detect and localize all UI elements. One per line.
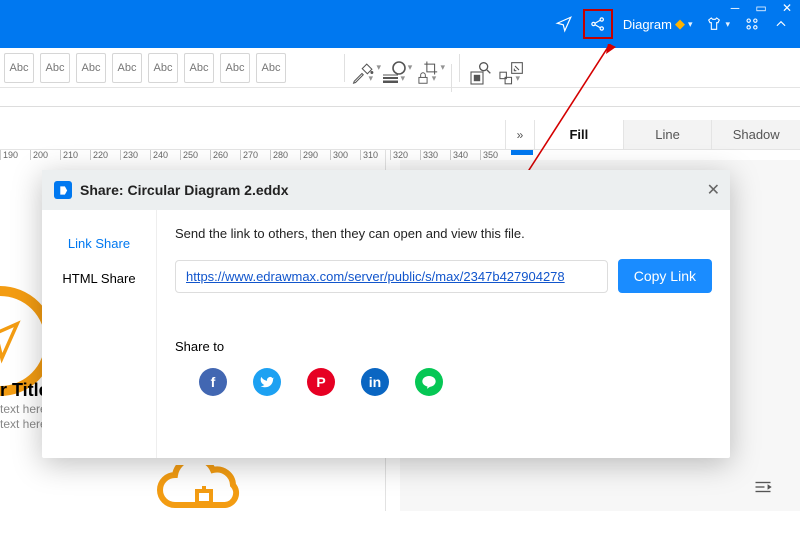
style-abc-8[interactable]: Abc bbox=[256, 53, 286, 83]
tab-shadow[interactable]: Shadow bbox=[712, 120, 800, 149]
select-all-icon[interactable] bbox=[466, 67, 488, 89]
style-abc-3[interactable]: Abc bbox=[76, 53, 106, 83]
share-dialog: Share: Circular Diagram 2.eddx ✕ Link Sh… bbox=[42, 170, 730, 458]
style-abc-4[interactable]: Abc bbox=[112, 53, 142, 83]
share-to-label: Share to bbox=[175, 339, 712, 354]
shape-text-2: text here bbox=[0, 417, 47, 431]
properties-tabs: 1902002102202302402502602702802903003103… bbox=[0, 120, 800, 150]
align-icon[interactable] bbox=[754, 480, 772, 494]
twitter-icon[interactable] bbox=[253, 368, 281, 396]
apps-icon[interactable] bbox=[740, 12, 764, 36]
dialog-sidebar: Link Share HTML Share bbox=[42, 210, 157, 458]
paper-plane-icon bbox=[0, 318, 23, 364]
line-icon[interactable] bbox=[415, 368, 443, 396]
dialog-header: Share: Circular Diagram 2.eddx ✕ bbox=[42, 170, 730, 210]
style-abc-6[interactable]: Abc bbox=[184, 53, 214, 83]
close-dialog-button[interactable]: ✕ bbox=[707, 180, 720, 200]
share-url-link[interactable]: https://www.edrawmax.com/server/public/s… bbox=[186, 269, 565, 284]
maximize-button[interactable]: ▭ bbox=[754, 1, 768, 15]
cloud-shape[interactable] bbox=[155, 465, 255, 515]
premium-icon: ◆ bbox=[675, 16, 685, 32]
shirt-icon[interactable]: ▾ bbox=[702, 12, 734, 36]
chevron-down-icon: ▾ bbox=[688, 19, 693, 30]
share-url-field[interactable]: https://www.edrawmax.com/server/public/s… bbox=[175, 260, 608, 293]
dialog-title: Share: Circular Diagram 2.eddx bbox=[80, 182, 289, 198]
title-bar: ─ ▭ ✕ Diagram ◆ ▾ ▾ bbox=[0, 0, 800, 48]
lock-icon[interactable]: ▾ bbox=[415, 67, 437, 89]
app-logo-icon bbox=[54, 181, 72, 199]
shape-text-1: text here bbox=[0, 402, 47, 416]
send-icon[interactable] bbox=[551, 11, 577, 37]
collapse-ribbon-icon[interactable] bbox=[770, 13, 792, 35]
window-controls: ─ ▭ ✕ bbox=[728, 1, 794, 15]
tab-html-share[interactable]: HTML Share bbox=[42, 261, 156, 296]
diagram-label: Diagram bbox=[623, 17, 672, 32]
linkedin-icon[interactable]: in bbox=[361, 368, 389, 396]
style-abc-7[interactable]: Abc bbox=[220, 53, 250, 83]
tab-fill[interactable]: Fill bbox=[535, 120, 624, 149]
line-style-icon[interactable]: ▾ bbox=[383, 67, 405, 89]
diagram-menu[interactable]: Diagram ◆ ▾ bbox=[619, 12, 697, 36]
copy-link-button[interactable]: Copy Link bbox=[618, 259, 712, 293]
style-abc-2[interactable]: Abc bbox=[40, 53, 70, 83]
style-abc-5[interactable]: Abc bbox=[148, 53, 178, 83]
pencil-icon[interactable]: ▾ bbox=[351, 67, 373, 89]
tab-link-share[interactable]: Link Share bbox=[42, 226, 156, 261]
tab-line[interactable]: Line bbox=[624, 120, 713, 149]
close-window-button[interactable]: ✕ bbox=[780, 1, 794, 15]
minimize-button[interactable]: ─ bbox=[728, 1, 742, 15]
tab-indicator bbox=[511, 150, 533, 155]
dialog-main: Send the link to others, then they can o… bbox=[157, 210, 730, 458]
facebook-icon[interactable]: f bbox=[199, 368, 227, 396]
share-description: Send the link to others, then they can o… bbox=[175, 226, 712, 241]
style-abc-1[interactable]: Abc bbox=[4, 53, 34, 83]
pinterest-icon[interactable]: P bbox=[307, 368, 335, 396]
share-icon[interactable] bbox=[583, 9, 613, 39]
group-icon[interactable]: ▾ bbox=[498, 67, 520, 89]
chevron-down-icon: ▾ bbox=[725, 19, 730, 30]
